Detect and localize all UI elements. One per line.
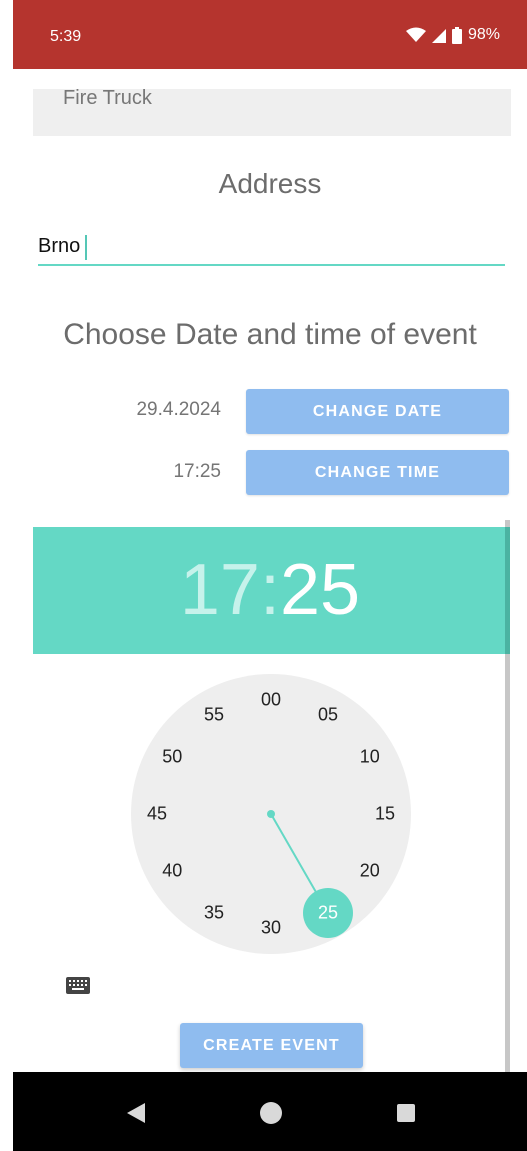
clock-minute-50[interactable]: 50 <box>162 747 182 768</box>
picker-separator: : <box>259 550 280 630</box>
datetime-label: Choose Date and time of event <box>63 318 477 351</box>
clock-minute-55[interactable]: 55 <box>204 705 224 726</box>
picker-minute[interactable]: 25 <box>280 550 360 630</box>
clock-minute-35[interactable]: 35 <box>204 902 224 923</box>
clock-minute-05[interactable]: 05 <box>318 705 338 726</box>
picker-hour[interactable]: 17 <box>180 550 260 630</box>
type-field[interactable]: Fire Truck <box>33 87 511 136</box>
address-input-value: Brno <box>38 235 81 257</box>
home-icon[interactable] <box>260 1102 282 1124</box>
text-caret <box>85 235 87 260</box>
time-picker-header: 17:25 <box>33 527 507 654</box>
navigation-bar <box>13 1072 527 1151</box>
signal-icon <box>431 29 446 43</box>
status-icons: 98% <box>405 26 500 44</box>
back-icon[interactable] <box>127 1103 145 1123</box>
change-time-button[interactable]: CHANGE TIME <box>246 450 509 495</box>
clock-minute-30[interactable]: 30 <box>261 918 281 939</box>
scrollbar-thumb[interactable] <box>505 527 510 654</box>
clock-minute-20[interactable]: 20 <box>360 861 380 882</box>
picker-time-display: 17:25 <box>33 549 507 631</box>
time-value: 17:25 <box>173 461 221 482</box>
clock-minute-45[interactable]: 45 <box>147 804 167 825</box>
address-input[interactable]: Brno <box>38 230 505 266</box>
minute-clock-face[interactable]: 00 05 10 15 20 25 30 35 40 45 50 55 <box>131 674 411 954</box>
wifi-icon <box>405 27 426 42</box>
clock-minute-00[interactable]: 00 <box>261 690 281 711</box>
change-date-button[interactable]: CHANGE DATE <box>246 389 509 434</box>
create-event-button[interactable]: CREATE EVENT <box>180 1023 363 1068</box>
battery-percent: 98% <box>467 26 500 43</box>
clock-minute-10[interactable]: 10 <box>360 747 380 768</box>
battery-icon <box>451 26 462 44</box>
status-time: 5:39 <box>50 28 82 45</box>
clock-minute-25[interactable]: 25 <box>318 902 338 923</box>
status-bar: 5:39 98% <box>13 0 527 69</box>
recents-icon[interactable] <box>397 1104 415 1122</box>
clock-dial <box>131 674 411 954</box>
address-label: Address <box>218 168 322 199</box>
clock-minute-15[interactable]: 15 <box>375 804 395 825</box>
type-field-value: Fire Truck <box>63 87 152 109</box>
date-value: 29.4.2024 <box>136 399 221 420</box>
keyboard-icon[interactable] <box>66 977 90 994</box>
clock-minute-40[interactable]: 40 <box>162 861 182 882</box>
